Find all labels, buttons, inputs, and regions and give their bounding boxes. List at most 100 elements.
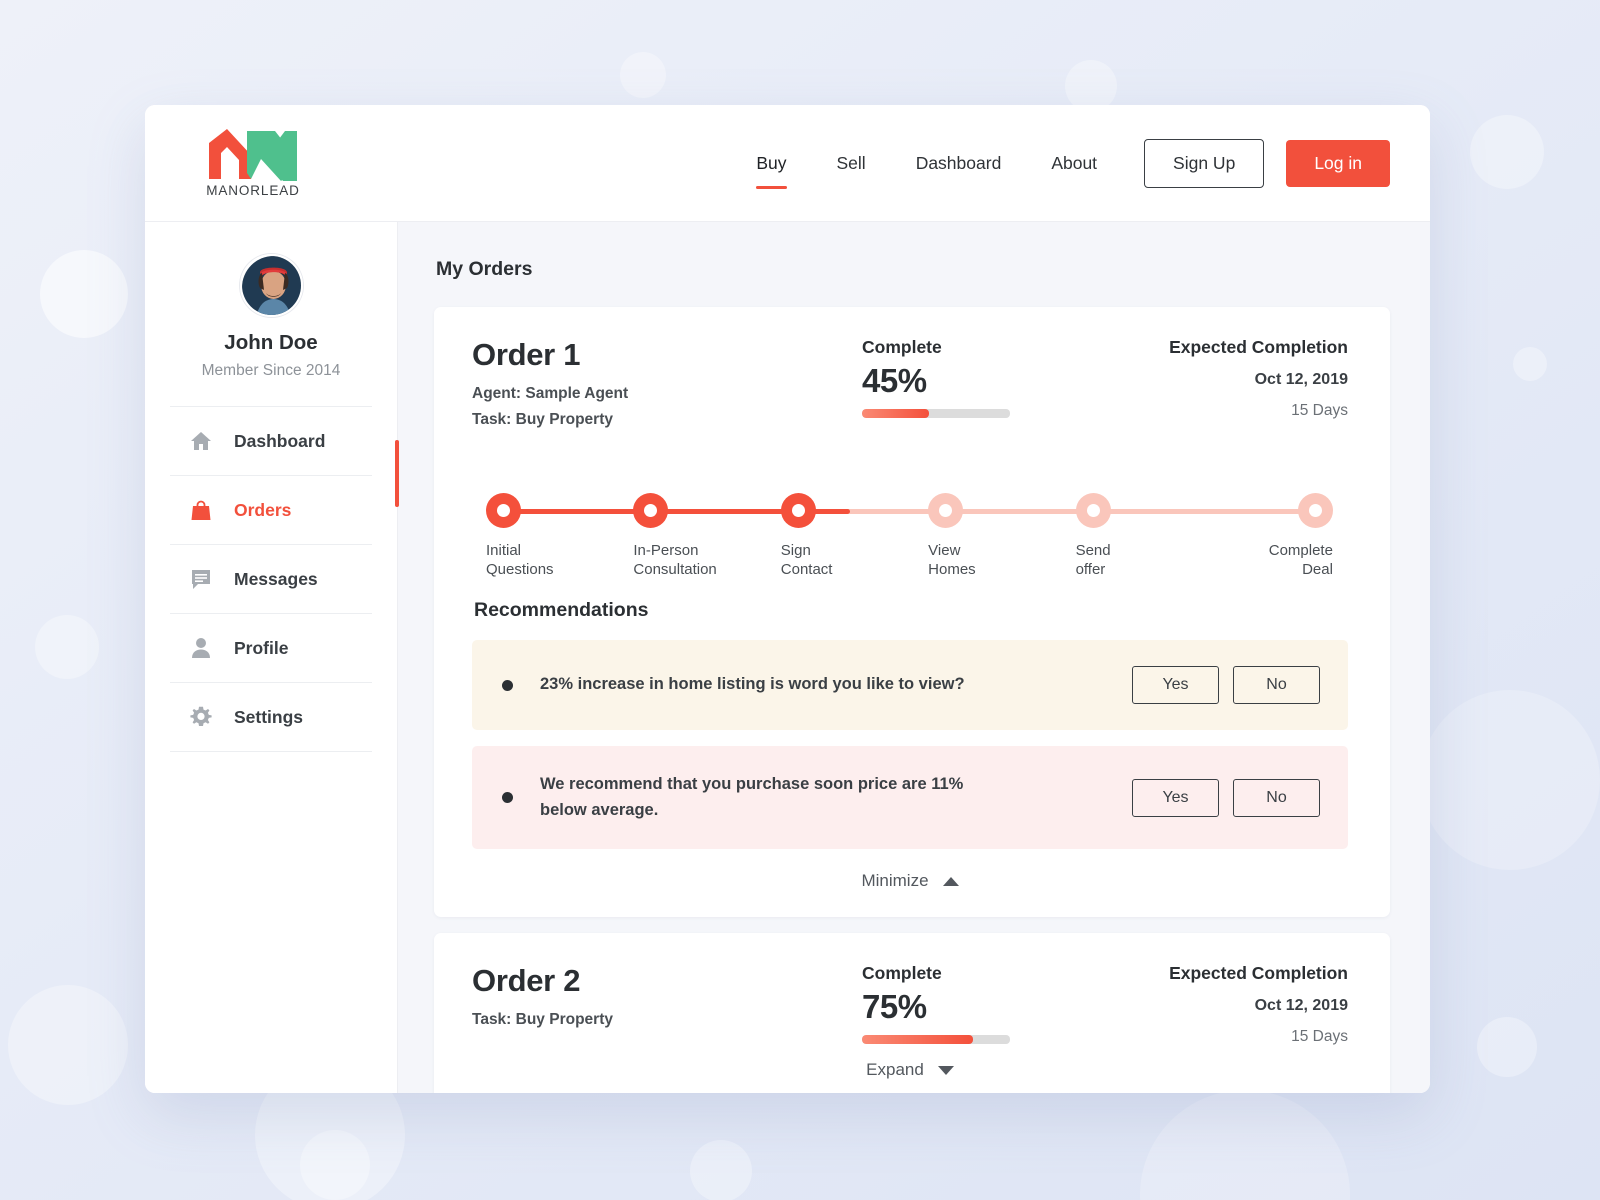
- sidebar-item-label: Settings: [234, 706, 304, 727]
- progress-bar: [862, 409, 1010, 418]
- progress-bar-fill: [862, 409, 929, 418]
- home-icon: [188, 428, 214, 454]
- shopping-bag-icon: [188, 497, 214, 523]
- page-title: My Orders: [436, 258, 533, 280]
- expected-completion-days: 15 Days: [1291, 1028, 1348, 1046]
- main-nav: Buy Sell Dashboard About Sign Up Log in: [731, 138, 1390, 189]
- recommendation-text: 23% increase in home listing is word you…: [540, 675, 965, 694]
- stepper-step-initial-questions[interactable]: Initial Questions: [486, 493, 596, 579]
- step-label: Initial Questions: [486, 542, 554, 579]
- step-node-icon: [928, 493, 964, 528]
- recommendation-no-button[interactable]: No: [1233, 666, 1320, 704]
- order-completion: Expected Completion Oct 12, 2019 15 Days: [1169, 337, 1348, 420]
- order-completion: Expected Completion Oct 12, 2019 15 Days: [1169, 963, 1348, 1046]
- order-task: Task: Buy Property: [472, 411, 613, 428]
- message-icon: [188, 566, 214, 592]
- stepper-step-sign-contact[interactable]: Sign Contact: [780, 493, 891, 579]
- step-label: In-Person Consultation: [633, 542, 717, 579]
- step-label: Send offer: [1075, 542, 1111, 579]
- nav-link-sell[interactable]: Sell: [812, 147, 891, 180]
- expand-label: Expand: [866, 1060, 924, 1080]
- step-label: View Homes: [928, 542, 976, 579]
- step-node-icon: [1297, 493, 1333, 528]
- profile-subtitle: Member Since 2014: [201, 362, 341, 379]
- sidebar-item-settings[interactable]: Settings: [170, 683, 372, 752]
- recommendation-actions: Yes No: [1132, 778, 1320, 817]
- sidebar-item-label: Orders: [234, 499, 292, 520]
- log-in-button[interactable]: Log in: [1286, 139, 1390, 187]
- sidebar-item-messages[interactable]: Messages: [170, 545, 372, 614]
- sidebar-nav: Dashboard Orders Messages Profile Settin…: [145, 407, 397, 752]
- nav-link-about[interactable]: About: [1026, 147, 1122, 180]
- order-card: Order 1 Agent: Sample Agent Task: Buy Pr…: [434, 307, 1390, 918]
- recommendation-actions: Yes No: [1132, 666, 1320, 704]
- sidebar-item-label: Dashboard: [234, 430, 326, 451]
- chevron-down-icon: [937, 1065, 954, 1075]
- step-node-icon: [486, 493, 521, 528]
- profile-block: John Doe Member Since 2014: [170, 254, 372, 407]
- step-node-icon: [633, 493, 669, 528]
- complete-label: Complete: [862, 963, 942, 984]
- profile-name: John Doe: [224, 331, 318, 354]
- sidebar-item-label: Profile: [234, 637, 289, 658]
- avatar[interactable]: [239, 254, 303, 317]
- gear-icon: [188, 704, 214, 730]
- progress-bar: [862, 1035, 1010, 1045]
- expected-completion-date: Oct 12, 2019: [1254, 997, 1348, 1015]
- recommendation-text: We recommend that you purchase soon pric…: [540, 775, 964, 819]
- progress-bar-fill: [862, 1035, 973, 1045]
- recommendation-yes-button[interactable]: Yes: [1132, 666, 1219, 704]
- order-header: Order 1 Agent: Sample Agent Task: Buy Pr…: [472, 337, 1348, 437]
- stepper-step-send-offer[interactable]: Send offer: [1075, 493, 1186, 579]
- app-body: John Doe Member Since 2014 Dashboard Ord…: [145, 222, 1430, 1093]
- person-icon: [188, 635, 214, 661]
- active-sidebar-indicator: [395, 440, 399, 507]
- step-node-icon: [1075, 493, 1111, 528]
- chevron-up-icon: [942, 876, 959, 886]
- order-task: Task: Buy Property: [472, 1011, 613, 1029]
- sidebar-item-orders[interactable]: Orders: [170, 476, 372, 545]
- sidebar: John Doe Member Since 2014 Dashboard Ord…: [145, 222, 399, 1093]
- app-window: MANORLEAD Buy Sell Dashboard About Sign …: [145, 105, 1430, 1093]
- order-header: Order 2 Task: Buy Property Complete 75% …: [472, 963, 1348, 1046]
- stepper-step-view-homes[interactable]: View Homes: [928, 493, 1038, 579]
- sidebar-item-label: Messages: [234, 568, 318, 589]
- order-progress: Complete 45%: [862, 337, 1162, 418]
- sign-up-button[interactable]: Sign Up: [1144, 138, 1265, 188]
- recommendation-no-button[interactable]: No: [1233, 778, 1320, 817]
- minimize-label: Minimize: [861, 871, 929, 891]
- order-stepper: Initial Questions In-Person Consultation…: [486, 493, 1333, 585]
- recommendation-yes-button[interactable]: Yes: [1132, 778, 1219, 817]
- brand-logo[interactable]: MANORLEAD: [203, 128, 303, 198]
- top-navigation-bar: MANORLEAD Buy Sell Dashboard About Sign …: [145, 105, 1430, 222]
- complete-percentage: 45%: [862, 362, 927, 399]
- expected-completion-days: 15 Days: [1291, 402, 1348, 419]
- order-summary: Order 1 Agent: Sample Agent Task: Buy Pr…: [472, 337, 862, 437]
- stepper-step-complete-deal[interactable]: Complete Deal: [1223, 493, 1333, 579]
- expand-toggle[interactable]: Expand: [472, 1060, 1348, 1080]
- expected-completion-label: Expected Completion: [1169, 963, 1348, 984]
- order-progress: Complete 75%: [862, 963, 1162, 1045]
- nav-link-dashboard[interactable]: Dashboard: [891, 147, 1027, 180]
- minimize-toggle[interactable]: Minimize: [472, 871, 1348, 891]
- complete-percentage: 75%: [862, 988, 927, 1026]
- bullet-icon: [502, 792, 513, 804]
- order-summary: Order 2 Task: Buy Property: [472, 963, 862, 1037]
- sidebar-item-profile[interactable]: Profile: [170, 614, 372, 683]
- expected-completion-label: Expected Completion: [1169, 337, 1348, 357]
- step-node-icon: [780, 493, 816, 528]
- order-title: Order 1: [472, 337, 581, 372]
- expected-completion-date: Oct 12, 2019: [1254, 371, 1348, 388]
- order-title: Order 2: [472, 963, 581, 999]
- recommendations-title: Recommendations: [474, 599, 649, 621]
- order-card: Order 2 Task: Buy Property Complete 75% …: [434, 933, 1390, 1093]
- recommendation-row: 23% increase in home listing is word you…: [472, 640, 1348, 730]
- stepper-step-in-person-consultation[interactable]: In-Person Consultation: [633, 493, 743, 579]
- avatar-image: [241, 256, 301, 315]
- nav-link-buy[interactable]: Buy: [731, 147, 811, 189]
- sidebar-item-dashboard[interactable]: Dashboard: [170, 407, 372, 476]
- order-agent: Agent: Sample Agent: [472, 385, 629, 402]
- step-label: Complete Deal: [1268, 542, 1333, 579]
- brand-wordmark: MANORLEAD: [206, 182, 300, 198]
- main-content: My Orders Order 1 Agent: Sample Agent Ta…: [398, 222, 1430, 1093]
